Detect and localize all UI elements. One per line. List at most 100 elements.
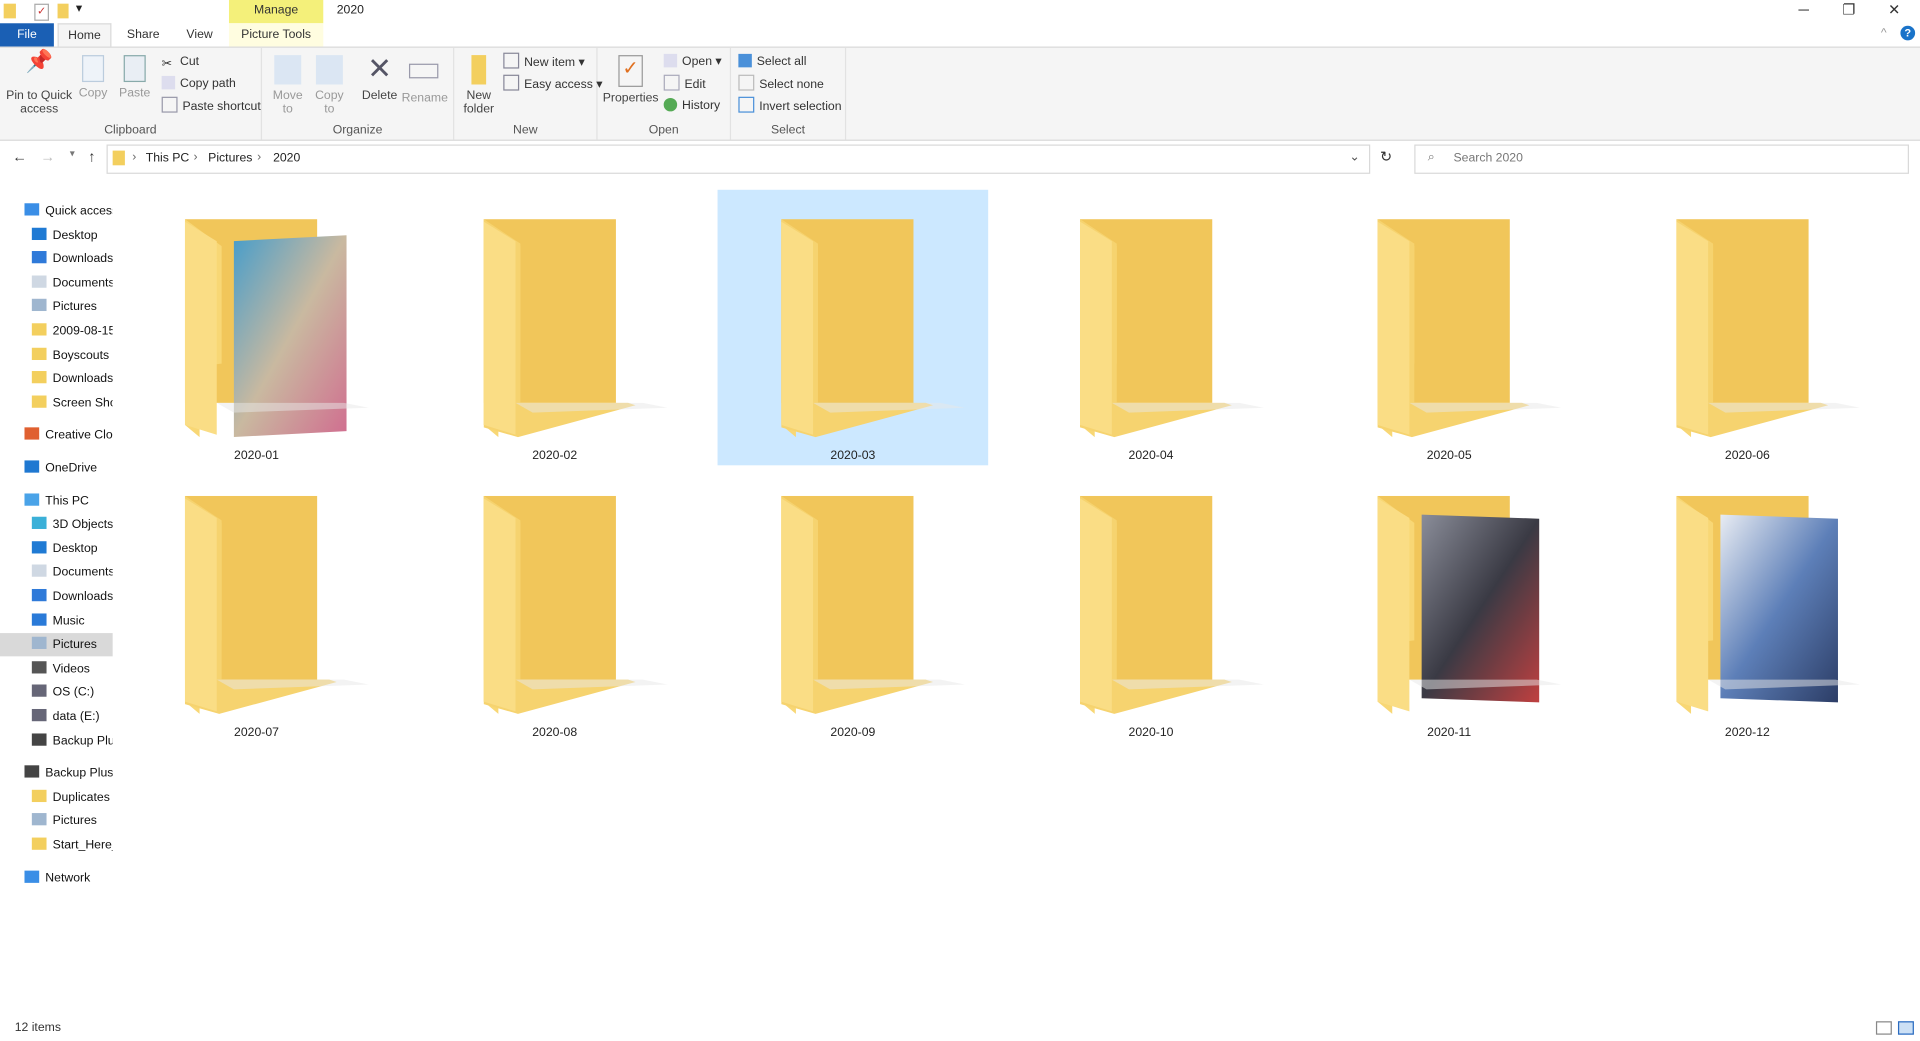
sidebar-item[interactable]: data (E:) [0,705,113,728]
folder-item[interactable]: 2020-06 [1612,190,1883,466]
recent-locations-button[interactable]: ▾ [62,148,82,168]
folder-item[interactable]: 2020-09 [718,467,989,743]
manage-context-tab[interactable]: Manage [228,0,324,24]
sidebar-item[interactable]: Downloads [0,248,113,271]
back-button[interactable]: ← [10,148,30,168]
desktop-icon [31,540,47,554]
folder-item[interactable]: 2020-05 [1314,190,1585,466]
chevron-down-icon[interactable]: ⌄ [1349,151,1359,164]
open-button[interactable]: Open ▾ [663,53,722,73]
tab-picture-tools[interactable]: Picture Tools [228,23,324,47]
folder-name: 2020-10 [1128,726,1174,740]
breadcrumb-separator: › [257,150,262,165]
sidebar-item[interactable]: This PC [0,489,113,512]
sidebar-item[interactable]: Documents [0,272,113,295]
customize-qat-icon[interactable]: ▾ [76,2,82,15]
sidebar-item[interactable]: Creative Cloud Files [0,424,113,447]
sidebar-item-label: OS (C:) [52,686,95,700]
sidebar-item[interactable]: Music [0,609,113,632]
edit-button[interactable]: Edit [663,74,706,95]
tab-file[interactable]: File [0,23,54,47]
tab-share[interactable]: Share [118,23,169,46]
easy-access-button[interactable]: Easy access ▾ [503,74,602,95]
tab-view[interactable]: View [175,23,224,46]
sidebar-item[interactable]: Downloads [0,585,113,608]
cut-button[interactable]: ✂ Cut [162,53,199,73]
sidebar-item[interactable]: Pictures [0,296,113,319]
folder-item[interactable]: 2020-01 [121,190,392,466]
address-bar[interactable]: › This PC › Pictures › 2020 ⌄ [106,144,1371,174]
help-icon[interactable]: ? [1900,25,1916,41]
sidebar-item[interactable]: Screen Shots [0,392,113,415]
sidebar-item[interactable]: Desktop [0,537,113,560]
refresh-button[interactable]: ↻ [1376,148,1396,168]
copy-path-button[interactable]: Copy path [161,75,236,95]
folder-item[interactable]: 2020-11 [1314,467,1585,743]
close-button[interactable]: ✕ [1876,1,1913,21]
cloud-icon [24,460,40,473]
sidebar-item[interactable]: Boyscouts [0,344,113,367]
move-to-button[interactable]: Move to [269,55,306,116]
sidebar-item[interactable]: 3D Objects [0,513,113,536]
sidebar-item[interactable]: Backup Plus [0,729,113,752]
new-folder-button[interactable]: New folder [459,55,498,116]
paste-button[interactable]: Paste [118,55,152,100]
folder-item[interactable]: 2020-03 [717,189,989,466]
properties-button[interactable]: ✓ Properties [602,55,659,105]
properties-qat-icon[interactable]: ✓ [34,3,49,21]
sidebar-item[interactable]: Pictures [0,810,113,833]
sidebar-item[interactable]: Documents [0,561,113,584]
search-icon: ⌕ [1427,150,1435,165]
sidebar-item[interactable]: Start_Here_ [0,834,113,857]
sidebar-item[interactable]: Backup Plus [0,762,113,785]
delete-button[interactable]: ✕ Delete [360,54,399,102]
folder-name: 2020-06 [1724,449,1770,463]
large-icons-view-icon[interactable] [1897,1021,1914,1035]
open-group: ✓ Properties Open ▾ Edit History Open [598,47,732,140]
history-button[interactable]: History [663,97,720,117]
new-folder-qat-icon[interactable] [57,3,69,19]
sidebar-item[interactable]: Videos [0,657,113,680]
new-item-button[interactable]: New item ▾ [503,52,585,73]
paste-shortcut-button[interactable]: Paste shortcut [161,96,261,117]
folder-item[interactable]: 2020-12 [1612,467,1883,743]
folder-item[interactable]: 2020-02 [419,190,690,466]
select-none-button[interactable]: Select none [738,74,824,95]
select-all-button[interactable]: Select all [738,53,806,73]
folder-item[interactable]: 2020-10 [1016,467,1287,743]
breadcrumb-pictures[interactable]: Pictures [208,152,252,165]
collapse-ribbon-icon[interactable]: ^ [1881,27,1887,40]
restore-button[interactable]: ❐ [1831,1,1868,21]
sidebar-item[interactable]: Duplicates [0,786,113,809]
scissors-icon: ✂ [161,57,172,72]
sidebar-item[interactable]: OS (C:) [0,681,113,704]
folder-item[interactable]: 2020-07 [121,467,392,743]
sidebar-item[interactable]: 2009-08-15 [0,320,113,343]
breadcrumb-2020[interactable]: 2020 [273,152,300,165]
sidebar-item[interactable]: Quick access [0,200,113,223]
new-folder-icon [471,55,487,85]
rename-button[interactable]: Rename [402,55,448,105]
sidebar-item[interactable]: Pictures [0,633,113,657]
copy-button[interactable]: Copy [76,55,110,100]
copy-to-button[interactable]: Copy to [311,55,348,116]
pin-to-quick-access-button[interactable]: 📌 Pin to Quick access [5,50,74,116]
invert-selection-button[interactable]: Invert selection [738,96,842,117]
up-button[interactable]: ↑ [82,148,102,168]
breadcrumb-this-pc[interactable]: This PC [146,152,190,165]
sidebar-item-label: Videos [52,662,90,676]
video-icon [31,660,47,674]
forward-button[interactable]: → [38,148,58,168]
search-input[interactable]: ⌕ Search 2020 [1414,144,1909,174]
folder-item[interactable]: 2020-04 [1016,190,1287,466]
computer-icon [24,492,40,506]
history-icon [663,97,678,112]
details-view-icon[interactable] [1875,1021,1892,1035]
sidebar-item[interactable]: Downloads [0,368,113,391]
folder-item[interactable]: 2020-08 [419,467,690,743]
tab-home[interactable]: Home [57,23,112,48]
sidebar-item[interactable]: OneDrive [0,457,113,480]
sidebar-item[interactable]: Network [0,866,113,889]
sidebar-item[interactable]: Desktop [0,224,113,247]
minimize-button[interactable]: ─ [1785,1,1822,21]
